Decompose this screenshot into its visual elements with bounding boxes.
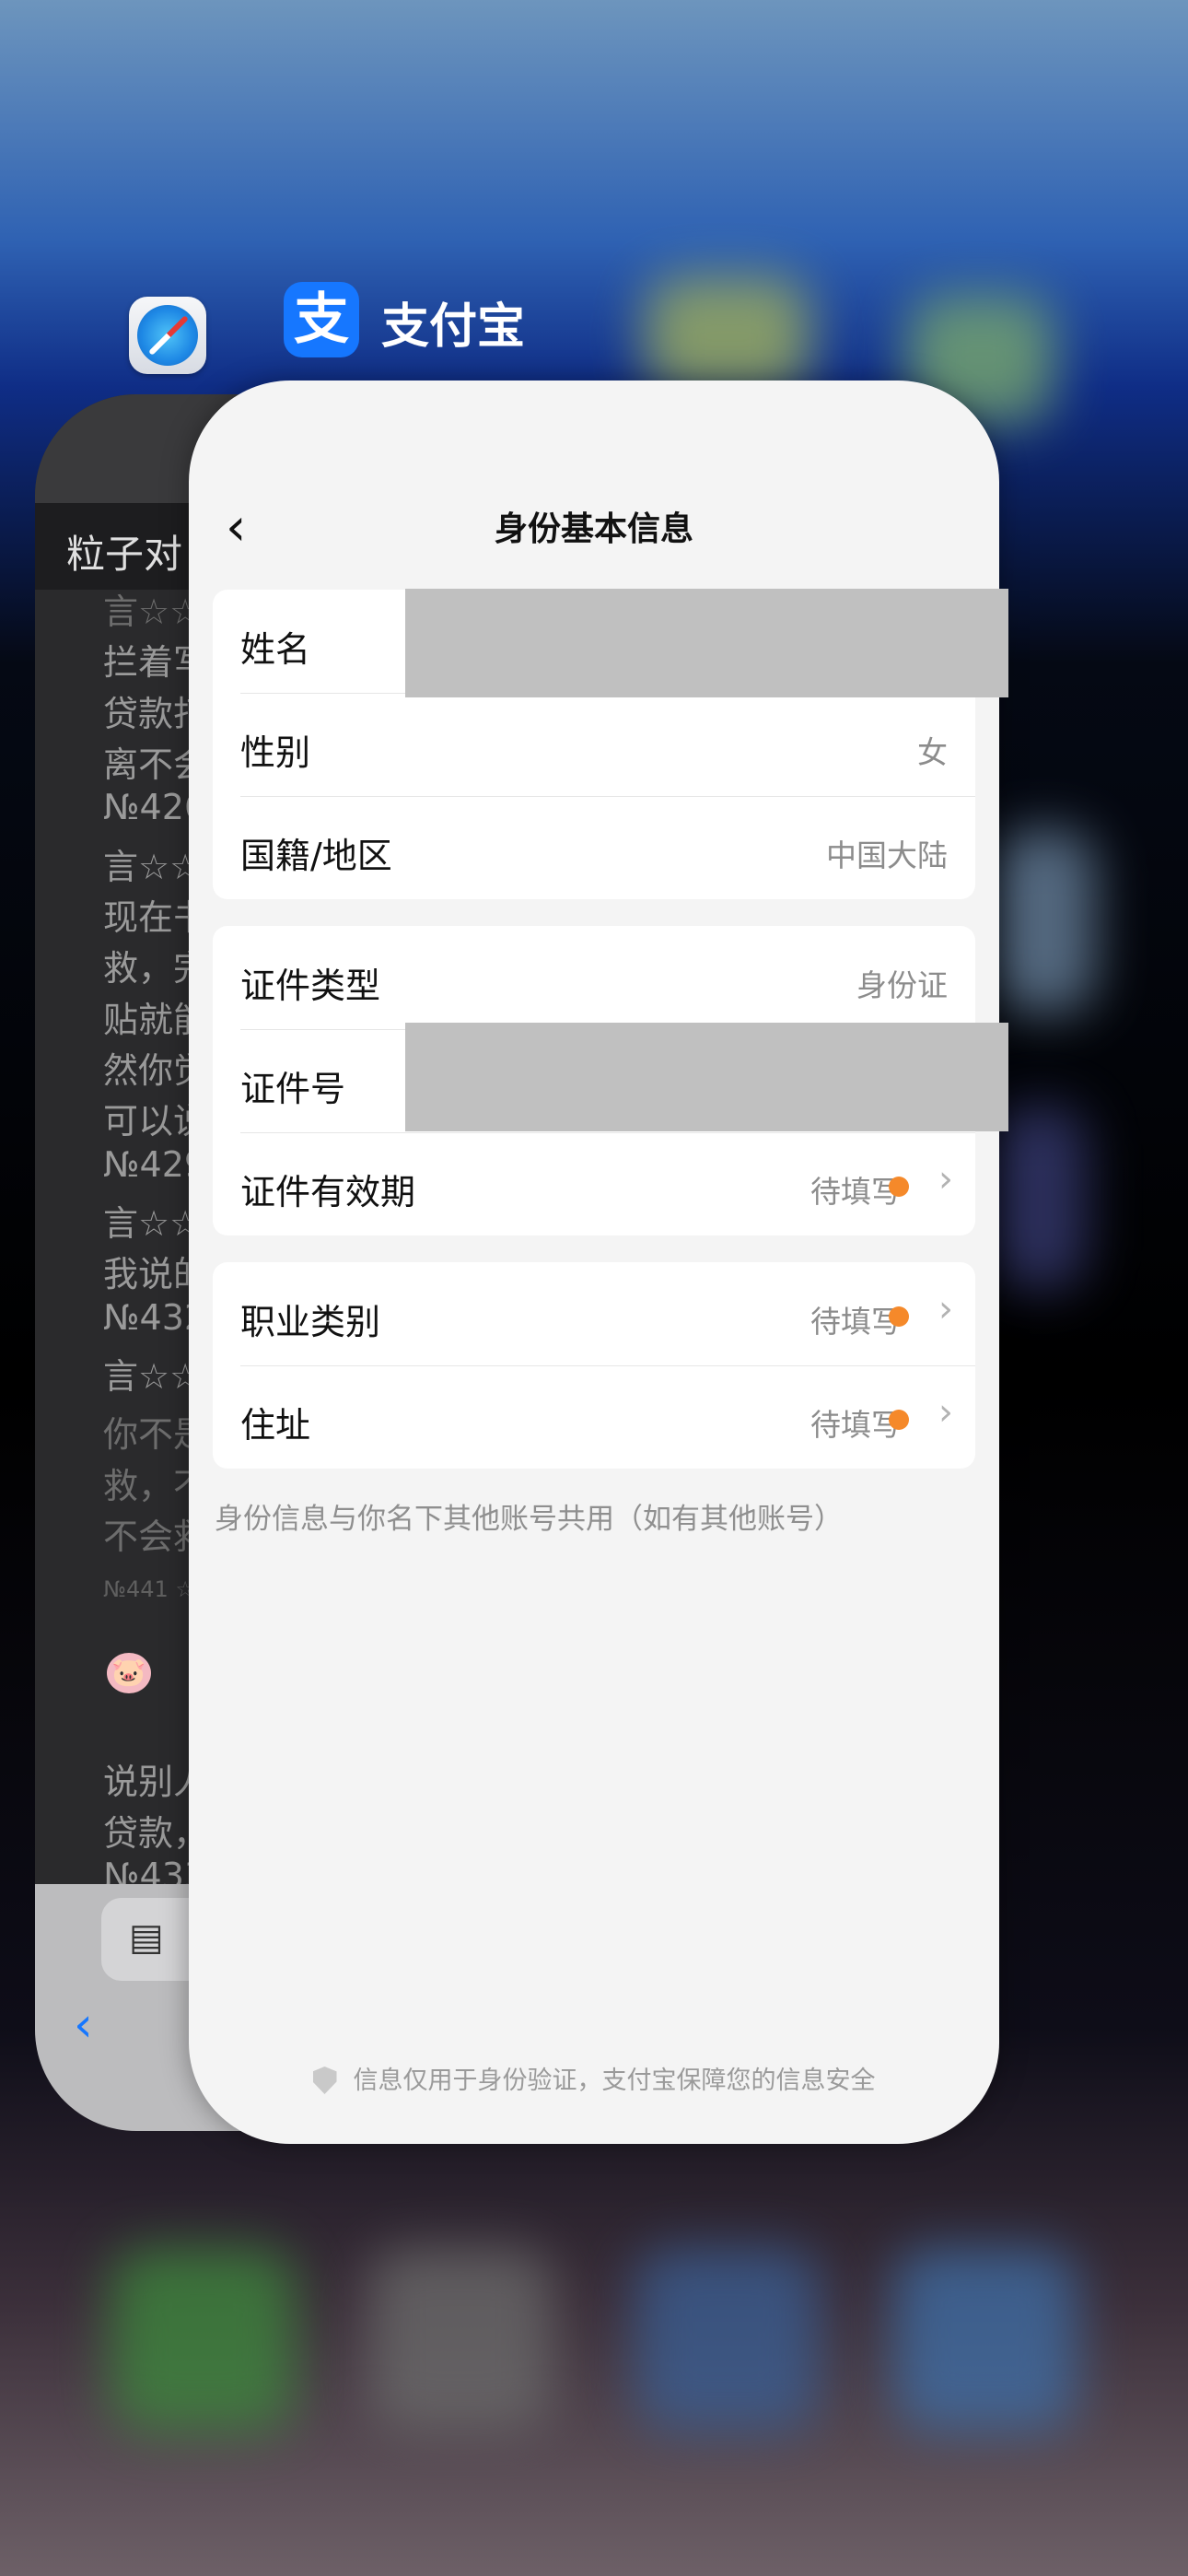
id-validity-value: 待填写 bbox=[810, 1174, 902, 1210]
nationality-label: 国籍/地区 bbox=[240, 836, 392, 876]
id-number-label: 证件号 bbox=[240, 1069, 346, 1109]
chevron-right-icon: › bbox=[938, 1391, 953, 1434]
text-line: 言☆☆ bbox=[103, 1203, 202, 1244]
post-reference: №441 ☆ bbox=[103, 1576, 195, 1602]
text-line: 言☆☆ bbox=[103, 591, 202, 632]
blurred-dock-icon bbox=[893, 2248, 1077, 2432]
safari-app-icon[interactable] bbox=[129, 297, 206, 374]
redacted-id-number-value bbox=[405, 1023, 1008, 1131]
security-footer: 信息仅用于身份验证，支付宝保障您的信息安全 bbox=[189, 2060, 999, 2096]
id-type-label: 证件类型 bbox=[240, 966, 381, 1006]
blurred-app-icon bbox=[995, 1106, 1087, 1290]
blurred-dock-icon bbox=[635, 2248, 820, 2432]
pig-avatar-icon: 🐷 bbox=[107, 1653, 151, 1693]
nationality-value: 中国大陆 bbox=[826, 837, 948, 873]
tabs-icon: ▤ bbox=[129, 1916, 164, 1959]
id-validity-label: 证件有效期 bbox=[240, 1172, 416, 1212]
name-label: 姓名 bbox=[240, 629, 311, 670]
blurred-dock-icon bbox=[368, 2248, 553, 2432]
chevron-right-icon: › bbox=[938, 1288, 953, 1330]
gender-row[interactable]: 性别 女 bbox=[213, 693, 975, 796]
gender-value: 女 bbox=[917, 734, 948, 770]
shield-icon bbox=[312, 2067, 337, 2094]
blurred-app-icon bbox=[645, 276, 810, 396]
occupation-row[interactable]: 职业类别 待填写 › bbox=[213, 1262, 975, 1365]
address-label: 住址 bbox=[240, 1405, 311, 1446]
blurred-app-icon bbox=[995, 829, 1096, 1013]
security-footer-text: 信息仅用于身份验证，支付宝保障您的信息安全 bbox=[353, 2067, 876, 2095]
gender-label: 性别 bbox=[240, 732, 311, 773]
other-info-group: 职业类别 待填写 › 住址 待填写 › bbox=[213, 1262, 975, 1469]
occupation-label: 职业类别 bbox=[240, 1302, 381, 1342]
shared-info-note: 身份信息与你名下其他账号共用（如有其他账号） bbox=[215, 1503, 843, 1536]
alipay-app-label: 支付宝 bbox=[381, 299, 526, 355]
pending-dot-icon bbox=[889, 1410, 909, 1430]
text-line: 言☆☆ bbox=[103, 1356, 202, 1397]
redacted-name-value bbox=[405, 589, 1008, 697]
alipay-app-icon[interactable]: 支 bbox=[284, 282, 359, 357]
pending-dot-icon bbox=[889, 1306, 909, 1327]
occupation-value: 待填写 bbox=[810, 1304, 902, 1340]
page-title: 身份基本信息 bbox=[494, 510, 693, 548]
safari-page-title: 粒子对 bbox=[66, 532, 183, 577]
safari-back-icon[interactable]: ‹ bbox=[74, 1997, 93, 2053]
id-type-value: 身份证 bbox=[856, 967, 948, 1003]
text-line: 言☆☆ bbox=[103, 847, 202, 887]
id-type-row[interactable]: 证件类型 身份证 bbox=[213, 926, 975, 1029]
address-row[interactable]: 住址 待填写 › bbox=[213, 1365, 975, 1469]
chevron-right-icon: › bbox=[938, 1158, 953, 1200]
blurred-dock-icon bbox=[111, 2248, 295, 2432]
nationality-row[interactable]: 国籍/地区 中国大陆 bbox=[213, 796, 975, 899]
pending-dot-icon bbox=[889, 1177, 909, 1197]
address-value: 待填写 bbox=[810, 1407, 902, 1443]
id-validity-row[interactable]: 证件有效期 待填写 › bbox=[213, 1132, 975, 1235]
